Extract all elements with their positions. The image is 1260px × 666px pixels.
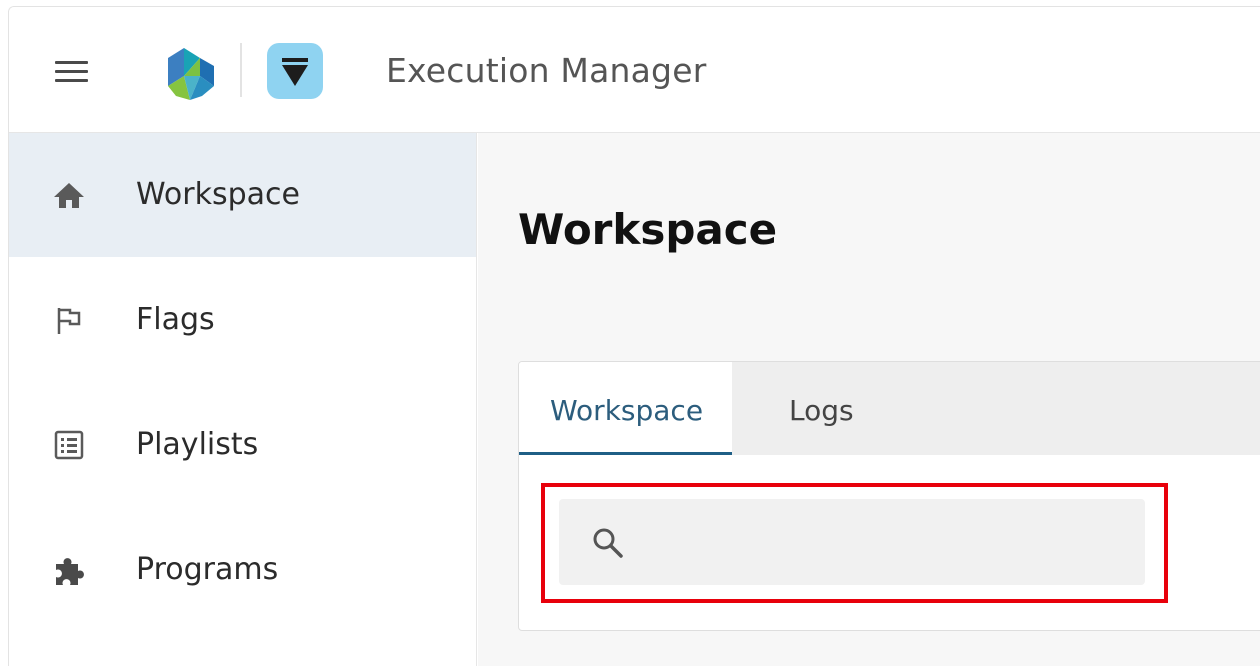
tab-logs[interactable]: Logs [732, 362, 907, 455]
brand-divider [240, 43, 242, 97]
search-field[interactable] [559, 499, 1145, 585]
tab-label: Workspace [550, 394, 704, 427]
execution-manager-app-icon[interactable] [267, 43, 323, 99]
workspace-card: Workspace Logs [518, 361, 1260, 631]
sidebar-item-label: Flags [136, 302, 215, 337]
tab-bar: Workspace Logs [519, 362, 1260, 455]
sidebar-item-playlists[interactable]: Playlists [9, 383, 476, 507]
hamburger-menu-icon[interactable] [53, 58, 91, 86]
sidebar-item-label: Workspace [136, 177, 300, 212]
flag-icon [57, 308, 81, 334]
sidebar-item-workspace[interactable]: Workspace [9, 133, 476, 257]
top-bar: Execution Manager [9, 7, 1260, 133]
tab-label: Logs [789, 394, 854, 427]
search-input[interactable] [641, 519, 1121, 565]
sidebar-item-label: Programs [136, 552, 279, 587]
page-title: Workspace [518, 205, 778, 254]
search-icon [593, 528, 623, 558]
sidebar: Workspace Flags Playlists Programs [9, 133, 477, 666]
sidebar-item-programs[interactable]: Programs [9, 508, 476, 632]
puzzle-piece-icon [56, 558, 84, 585]
app-title: Execution Manager [386, 51, 707, 90]
main-content: Workspace Workspace Logs [478, 133, 1260, 666]
tab-workspace[interactable]: Workspace [519, 362, 732, 455]
sidebar-item-label: Playlists [136, 427, 259, 462]
hexagon-brand-logo [168, 48, 214, 100]
home-icon [54, 183, 84, 208]
sidebar-item-flags[interactable]: Flags [9, 258, 476, 382]
list-icon [54, 430, 84, 460]
app-window: Execution Manager Workspace Flags Playli… [8, 6, 1260, 666]
